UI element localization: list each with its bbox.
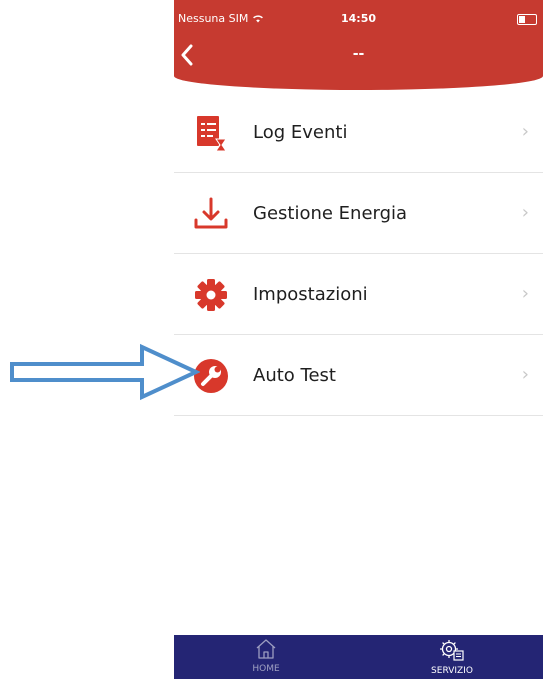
service-gear-icon (440, 640, 464, 661)
event-log-icon (192, 114, 230, 152)
phone-screen: Nessuna SIM 14:50 -- Log Eventi › Gestio… (174, 0, 543, 679)
chevron-right-icon: › (521, 202, 529, 223)
download-icon (192, 195, 230, 233)
menu-item-impostazioni[interactable]: Impostazioni › (174, 254, 543, 335)
home-icon (256, 639, 276, 659)
tab-label: HOME (252, 664, 280, 674)
status-time: 14:50 (340, 12, 376, 25)
page-title: -- (352, 46, 365, 62)
menu-item-label: Impostazioni (253, 284, 368, 305)
annotation-arrow-icon (10, 343, 200, 401)
chevron-right-icon: › (521, 121, 529, 142)
menu-item-gestione-energia[interactable]: Gestione Energia › (174, 173, 543, 254)
menu-item-auto-test[interactable]: Auto Test › (174, 335, 543, 416)
gear-icon (192, 276, 230, 314)
tab-bar: HOME SERVIZIO (174, 635, 543, 679)
service-menu: Log Eventi › Gestione Energia › Impostaz… (174, 92, 543, 416)
menu-item-log-eventi[interactable]: Log Eventi › (174, 92, 543, 173)
menu-item-label: Gestione Energia (253, 203, 408, 224)
chevron-right-icon: › (521, 283, 529, 304)
menu-item-label: Auto Test (253, 365, 336, 386)
tab-label: SERVIZIO (431, 666, 473, 676)
battery-icon (517, 14, 537, 25)
menu-item-label: Log Eventi (253, 122, 348, 143)
tab-home[interactable]: HOME (226, 639, 306, 674)
chevron-right-icon: › (521, 364, 529, 385)
header-bar: Nessuna SIM 14:50 -- (174, 0, 543, 90)
tab-servizio[interactable]: SERVIZIO (412, 639, 492, 676)
status-bar: Nessuna SIM 14:50 (178, 12, 539, 28)
